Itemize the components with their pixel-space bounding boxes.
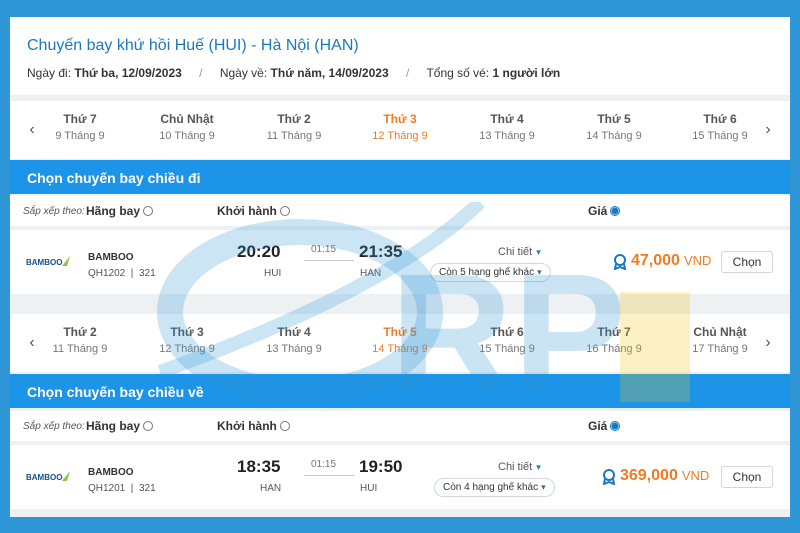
flight-duration: 01:15 — [311, 244, 337, 255]
radio-icon — [279, 421, 290, 431]
inbound-sort-bar: Sắp xếp theo: Hãng bay Khởi hành Giá — [10, 411, 790, 441]
arrival-time: 19:50 — [359, 457, 403, 476]
bamboo-airways-logo: BAMBOO — [26, 256, 70, 267]
date-tab[interactable]: Thứ 79 Tháng 9 — [35, 112, 125, 142]
price-tag-icon — [602, 469, 616, 485]
sort-airline-option[interactable]: Hãng bay — [86, 419, 154, 433]
choose-flight-button[interactable]: Chọn — [721, 251, 773, 273]
radio-icon — [279, 206, 290, 216]
outbound-sort-bar: Sắp xếp theo: Hãng bay Khởi hành Giá — [10, 196, 790, 226]
date-tab[interactable]: Chủ Nhật 10 Tháng 9 — [142, 112, 232, 142]
sort-departure-option[interactable]: Khởi hành — [217, 419, 290, 433]
airline-name: BAMBOO — [88, 467, 134, 478]
return-date: Thứ năm, 14/09/2023 — [270, 66, 389, 80]
svg-text:BAMBOO: BAMBOO — [26, 473, 62, 482]
date-tab[interactable]: Thứ 5 14 Tháng 9 — [569, 112, 659, 142]
outbound-date-bar: ‹ Thứ 79 Tháng 9 Chủ Nhật 10 Tháng 9 Thứ … — [10, 101, 790, 159]
radio-selected-icon — [610, 206, 621, 216]
flight-code: QH1201 | 321 — [88, 483, 156, 494]
trip-summary: Ngày đi: Thứ ba, 12/09/2023 / Ngày về: T… — [27, 66, 560, 80]
date-tab[interactable]: Thứ 2 11 Tháng 9 — [35, 325, 125, 355]
date-tab[interactable]: Thứ 3 12 Tháng 9 — [142, 325, 232, 355]
route-line — [304, 260, 354, 261]
flight-details-link[interactable]: Chi tiết ▾ — [498, 461, 541, 473]
flight-details-link[interactable]: Chi tiết ▾ — [498, 246, 541, 258]
depart-label: Ngày đi: — [27, 66, 72, 80]
flight-price: 369,000 VND — [620, 467, 710, 484]
inbound-section-title: Chọn chuyến bay chiều về — [10, 374, 790, 408]
return-label: Ngày về: — [219, 66, 268, 80]
radio-selected-icon — [610, 421, 621, 431]
date-tab[interactable]: Thứ 6 15 Tháng 9 — [675, 112, 765, 142]
airline-name: BAMBOO — [88, 252, 134, 263]
tickets-count: 1 người lớn — [492, 66, 561, 80]
date-tab[interactable]: Thứ 4 13 Tháng 9 — [462, 112, 552, 142]
summary-divider: / — [199, 66, 203, 80]
depart-date: Thứ ba, 12/09/2023 — [74, 66, 182, 80]
date-tab[interactable]: Thứ 6 15 Tháng 9 — [462, 325, 552, 355]
departure-time: 18:35 — [237, 457, 281, 476]
radio-icon — [143, 421, 154, 431]
date-tab[interactable]: Chủ Nhật 17 Tháng 9 — [675, 325, 765, 355]
sort-price-option[interactable]: Giá — [588, 419, 621, 433]
svg-text:BAMBOO: BAMBOO — [26, 258, 62, 267]
flight-code: QH1202 | 321 — [88, 268, 156, 279]
flight-duration: 01:15 — [311, 459, 337, 470]
departure-airport: HUI — [264, 268, 282, 279]
departure-airport: HAN — [260, 483, 282, 494]
chevron-down-icon: ▾ — [537, 267, 542, 277]
chevron-right-icon[interactable]: › — [762, 121, 774, 139]
date-tab-selected[interactable]: Thứ 5 14 Tháng 9 — [355, 325, 445, 355]
route-line — [304, 475, 354, 476]
chevron-down-icon: ▾ — [541, 482, 546, 492]
chevron-down-icon: ▾ — [536, 247, 541, 257]
booking-panel: Chuyến bay khứ hồi Huế (HUI) - Hà Nội (H… — [10, 17, 790, 517]
chevron-down-icon: ▾ — [536, 462, 541, 472]
other-fare-classes-dropdown[interactable]: Còn 4 hạng ghế khác ▾ — [434, 478, 555, 497]
sort-label: Sắp xếp theo: — [23, 206, 85, 217]
flight-price: 47,000 VND — [631, 252, 712, 269]
summary-divider: / — [405, 66, 410, 80]
outbound-section-title: Chọn chuyến bay chiều đi — [10, 160, 790, 194]
trip-header: Chuyến bay khứ hồi Huế (HUI) - Hà Nội (H… — [10, 17, 790, 95]
sort-departure-option[interactable]: Khởi hành — [217, 204, 290, 218]
inbound-flight-row: BAMBOO BAMBOO QH1201 | 321 18:35 HAN 01:… — [10, 445, 790, 509]
arrival-time: 21:35 — [359, 242, 403, 261]
page-title: Chuyến bay khứ hồi Huế (HUI) - Hà Nội (H… — [27, 37, 359, 54]
price-tag-icon — [613, 254, 627, 270]
chevron-right-icon[interactable]: › — [762, 334, 774, 352]
sort-label: Sắp xếp theo: — [23, 421, 85, 432]
sort-price-option[interactable]: Giá — [588, 204, 621, 218]
date-tab-selected[interactable]: Thứ 3 12 Tháng 9 — [355, 112, 445, 142]
sort-airline-option[interactable]: Hãng bay — [86, 204, 154, 218]
tickets-label: Tổng số vé: — [426, 66, 490, 80]
date-tab[interactable]: Thứ 7 16 Tháng 9 — [569, 325, 659, 355]
arrival-airport: HAN — [360, 268, 382, 279]
radio-icon — [143, 206, 154, 216]
inbound-date-bar: ‹ Thứ 2 11 Tháng 9 Thứ 3 12 Tháng 9 Thứ 41… — [10, 314, 790, 372]
bamboo-airways-logo: BAMBOO — [26, 471, 70, 482]
date-tab[interactable]: Thứ 2 11 Tháng 9 — [249, 112, 339, 142]
other-fare-classes-dropdown[interactable]: Còn 5 hạng ghế khác ▾ — [430, 263, 551, 282]
date-tab[interactable]: Thứ 4 13 Tháng 9 — [249, 325, 339, 355]
departure-time: 20:20 — [237, 242, 281, 261]
arrival-airport: HUI — [360, 483, 378, 494]
outbound-flight-row: BAMBOO BAMBOO QH1202 | 321 20:20 HUI 01:… — [10, 230, 790, 294]
choose-flight-button[interactable]: Chọn — [721, 466, 773, 488]
